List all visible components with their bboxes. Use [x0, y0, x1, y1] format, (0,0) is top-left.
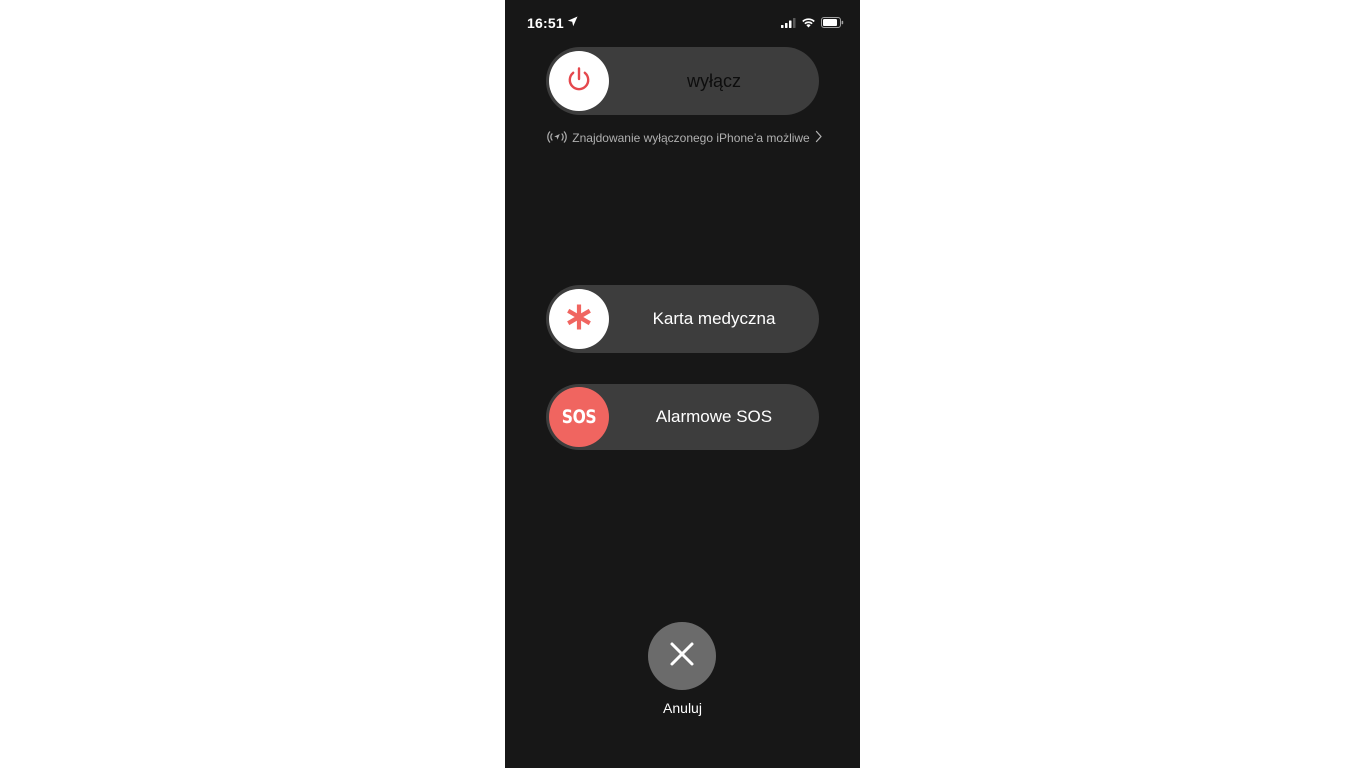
chevron-right-icon: [814, 130, 823, 146]
asterisk-icon: [564, 302, 594, 337]
sos-slider-knob[interactable]: SOS: [549, 387, 609, 447]
find-my-icon: [546, 130, 568, 147]
medical-slider-label: Karta medyczna: [652, 309, 776, 328]
power-slider-knob[interactable]: [549, 51, 609, 111]
status-bar: 16:51: [505, 0, 860, 44]
power-icon: [564, 64, 594, 99]
power-slider-label: wyłącz: [686, 70, 741, 91]
wifi-icon: [801, 15, 816, 33]
close-icon: [669, 641, 695, 672]
medical-slider-knob[interactable]: [549, 289, 609, 349]
cancel-label: Anuluj: [663, 700, 702, 716]
find-my-text: Znajdowanie wyłączonego iPhone’a możliwe: [572, 131, 810, 145]
find-my-row[interactable]: Znajdowanie wyłączonego iPhone’a możliwe: [505, 129, 860, 147]
power-off-slider[interactable]: wyłącz: [546, 47, 819, 115]
signal-icon: [781, 15, 796, 33]
sos-slider-label: Alarmowe SOS: [655, 407, 773, 426]
status-time: 16:51: [527, 15, 564, 31]
sos-knob-text: SOS: [561, 406, 597, 428]
power-off-screen: 16:51 wyłącz Znajdowanie wyłączonego iPh…: [505, 0, 860, 768]
medical-id-slider[interactable]: Karta medyczna: [546, 285, 819, 353]
cancel-button[interactable]: [648, 622, 716, 690]
emergency-sos-slider[interactable]: SOS Alarmowe SOS: [546, 384, 819, 450]
location-arrow-icon: [567, 14, 578, 32]
battery-icon: [821, 15, 844, 33]
status-icons: [781, 15, 844, 33]
status-time-group: 16:51: [527, 14, 578, 32]
